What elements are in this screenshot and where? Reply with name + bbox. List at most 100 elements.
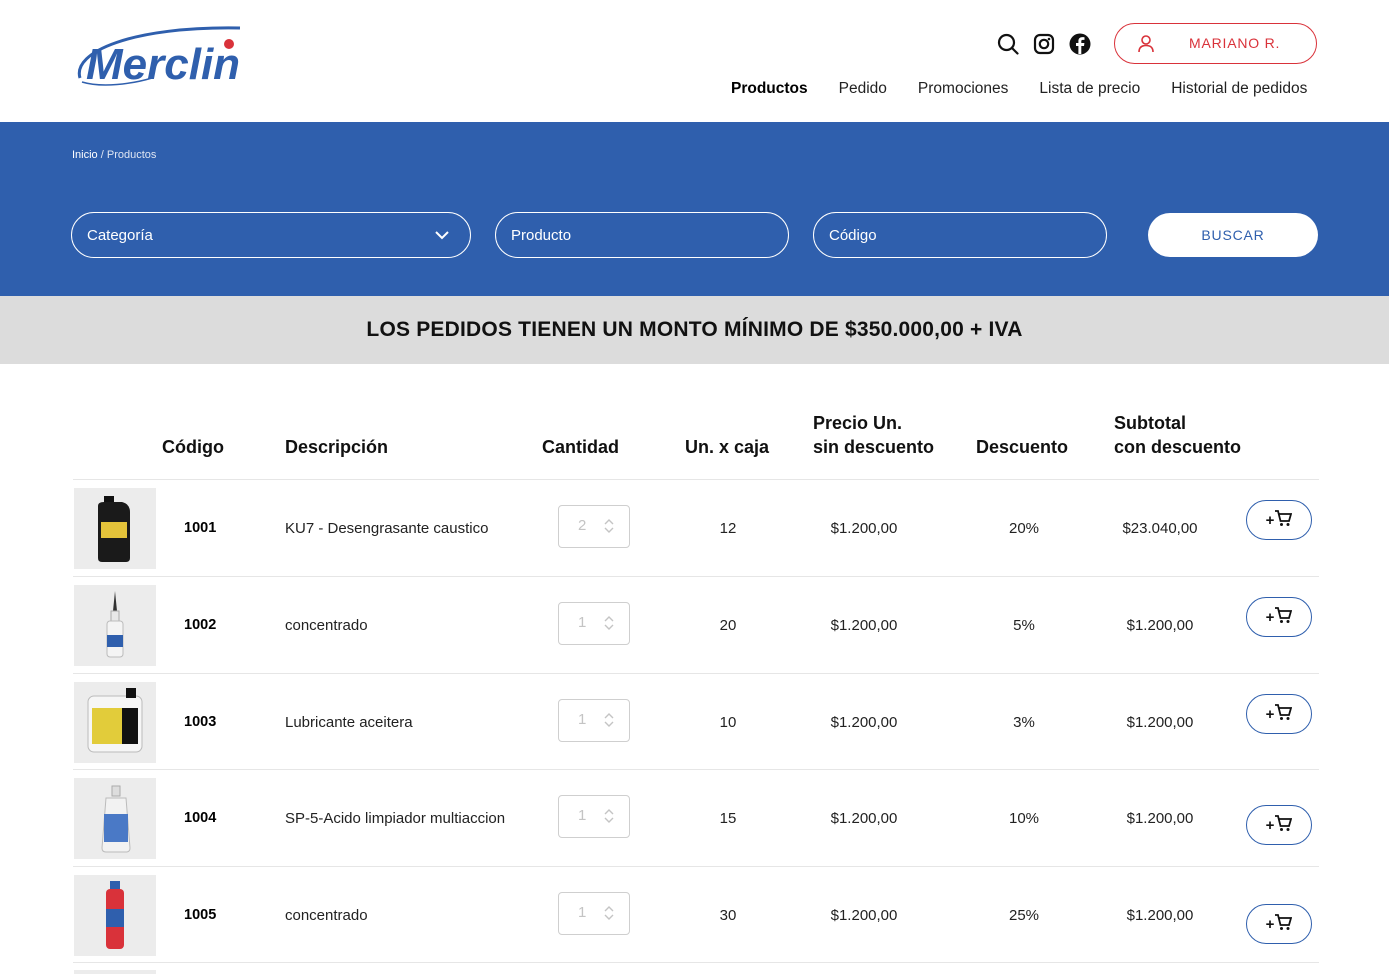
subtotal: $1.200,00 (1126, 907, 1194, 924)
table-row: 1001 KU7 - Desengrasante caustico 2 12 $… (0, 480, 1389, 577)
main-nav: Productos Pedido Promociones Lista de pr… (731, 80, 1307, 98)
product-image[interactable] (74, 778, 156, 859)
quantity-stepper[interactable]: 1 (558, 602, 630, 645)
merclin-logo[interactable]: Merclin (72, 22, 272, 92)
minimum-order-notice: LOS PEDIDOS TIENEN UN MONTO MÍNIMO DE $3… (0, 296, 1389, 364)
cart-icon (1274, 509, 1293, 531)
add-to-cart-button[interactable]: + (1246, 500, 1312, 540)
breadcrumb: Inicio / Productos (72, 149, 156, 161)
nav-item-lista-de-precio[interactable]: Lista de precio (1039, 80, 1140, 98)
spinner-arrows-icon[interactable] (603, 807, 615, 830)
product-code: 1003 (184, 714, 217, 730)
code-input[interactable]: Código (813, 212, 1107, 258)
breadcrumb-home[interactable]: Inicio (72, 149, 98, 161)
user-name: MARIANO R. (1189, 35, 1281, 51)
add-plus: + (1265, 705, 1275, 723)
add-to-cart-button[interactable]: + (1246, 805, 1312, 845)
discount: 25% (1008, 907, 1040, 924)
unit-price: $1.200,00 (830, 907, 898, 924)
site-header: Merclin MARIANO R. Productos Pedido Prom… (0, 0, 1389, 122)
spinner-arrows-icon[interactable] (603, 711, 615, 734)
quantity-value: 2 (578, 517, 587, 534)
discount: 5% (1013, 617, 1035, 634)
quantity-stepper[interactable]: 1 (558, 699, 630, 742)
product-image[interactable] (74, 585, 156, 666)
cart-icon (1274, 703, 1293, 725)
cart-icon (1274, 814, 1293, 836)
search-band: Inicio / Productos Categoría Producto Có… (0, 122, 1389, 296)
table-row: 1005 concentrado 1 30 $1.200,00 25% $1.2… (0, 867, 1389, 964)
quantity-stepper[interactable]: 1 (558, 795, 630, 838)
header-subtotal: Subtotal con descuento (1114, 411, 1241, 459)
subtotal: $1.200,00 (1126, 617, 1194, 634)
product-description: Lubricante aceitera (285, 714, 413, 731)
product-image[interactable] (74, 682, 156, 763)
search-button[interactable]: BUSCAR (1148, 213, 1318, 257)
add-to-cart-button[interactable]: + (1246, 597, 1312, 637)
units-per-box: 20 (719, 617, 737, 634)
quantity-value: 1 (578, 711, 587, 728)
add-plus: + (1265, 816, 1275, 834)
add-plus: + (1265, 511, 1275, 529)
quantity-stepper[interactable]: 2 (558, 505, 630, 548)
product-image[interactable] (74, 488, 156, 569)
unit-price: $1.200,00 (830, 810, 898, 827)
quantity-stepper[interactable]: 1 (558, 892, 630, 935)
instagram-icon[interactable] (1032, 32, 1056, 56)
product-code: 1002 (184, 617, 217, 633)
header-price-line1: Precio Un. (813, 413, 903, 433)
logo-wordmark: Merclin (86, 40, 240, 89)
product-image[interactable] (74, 875, 156, 956)
product-input[interactable]: Producto (495, 212, 789, 258)
table-divider (73, 962, 1319, 963)
nav-item-promociones[interactable]: Promociones (918, 80, 1008, 98)
unit-price: $1.200,00 (830, 714, 898, 731)
spinner-arrows-icon[interactable] (603, 614, 615, 637)
subtotal: $23.040,00 (1122, 520, 1198, 537)
product-code: 1005 (184, 907, 217, 923)
header-quantity: Cantidad (542, 437, 620, 457)
add-plus: + (1265, 608, 1275, 626)
category-select[interactable]: Categoría (71, 212, 471, 258)
category-select-label: Categoría (87, 226, 153, 244)
facebook-icon[interactable] (1068, 32, 1092, 56)
product-code: 1004 (184, 810, 217, 826)
units-per-box: 30 (719, 907, 737, 924)
cart-icon (1274, 913, 1293, 935)
header-description: Descripción (285, 437, 389, 457)
product-description: KU7 - Desengrasante caustico (285, 520, 489, 537)
user-account-button[interactable]: MARIANO R. (1114, 23, 1317, 64)
product-code: 1001 (184, 520, 217, 536)
discount: 10% (1008, 810, 1040, 827)
next-row-thumb-edge (74, 970, 156, 974)
add-plus: + (1265, 915, 1275, 933)
header-discount: Descuento (976, 437, 1069, 457)
add-to-cart-button[interactable]: + (1246, 694, 1312, 734)
subtotal: $1.200,00 (1126, 810, 1194, 827)
breadcrumb-current: Productos (106, 149, 157, 161)
units-per-box: 10 (719, 714, 737, 731)
code-input-placeholder: Código (829, 226, 877, 244)
add-to-cart-button[interactable]: + (1246, 904, 1312, 944)
product-description: concentrado (285, 907, 368, 924)
table-row: 1004 SP-5-Acido limpiador multiaccion 1 … (0, 770, 1389, 867)
nav-item-historial-de-pedidos[interactable]: Historial de pedidos (1171, 80, 1307, 98)
nav-item-productos[interactable]: Productos (731, 80, 808, 98)
units-per-box: 12 (719, 520, 737, 537)
unit-price: $1.200,00 (830, 520, 898, 537)
spinner-arrows-icon[interactable] (603, 904, 615, 927)
merclin-logo-graphic: Merclin (77, 26, 240, 89)
table-row: 1002 concentrado 1 20 $1.200,00 5% $1.20… (0, 577, 1389, 674)
header-price-line2: sin descuento (813, 437, 935, 457)
header-subtotal-line1: Subtotal (1114, 413, 1186, 433)
user-icon (1137, 34, 1155, 57)
table-row: 1003 Lubricante aceitera 1 10 $1.200,00 … (0, 674, 1389, 771)
discount: 20% (1008, 520, 1040, 537)
subtotal: $1.200,00 (1126, 714, 1194, 731)
nav-item-pedido[interactable]: Pedido (839, 80, 887, 98)
header-subtotal-line2: con descuento (1114, 437, 1242, 457)
header-price: Precio Un. sin descuento (813, 411, 934, 459)
search-icon[interactable] (996, 32, 1020, 56)
spinner-arrows-icon[interactable] (603, 517, 615, 540)
cart-icon (1274, 606, 1293, 628)
